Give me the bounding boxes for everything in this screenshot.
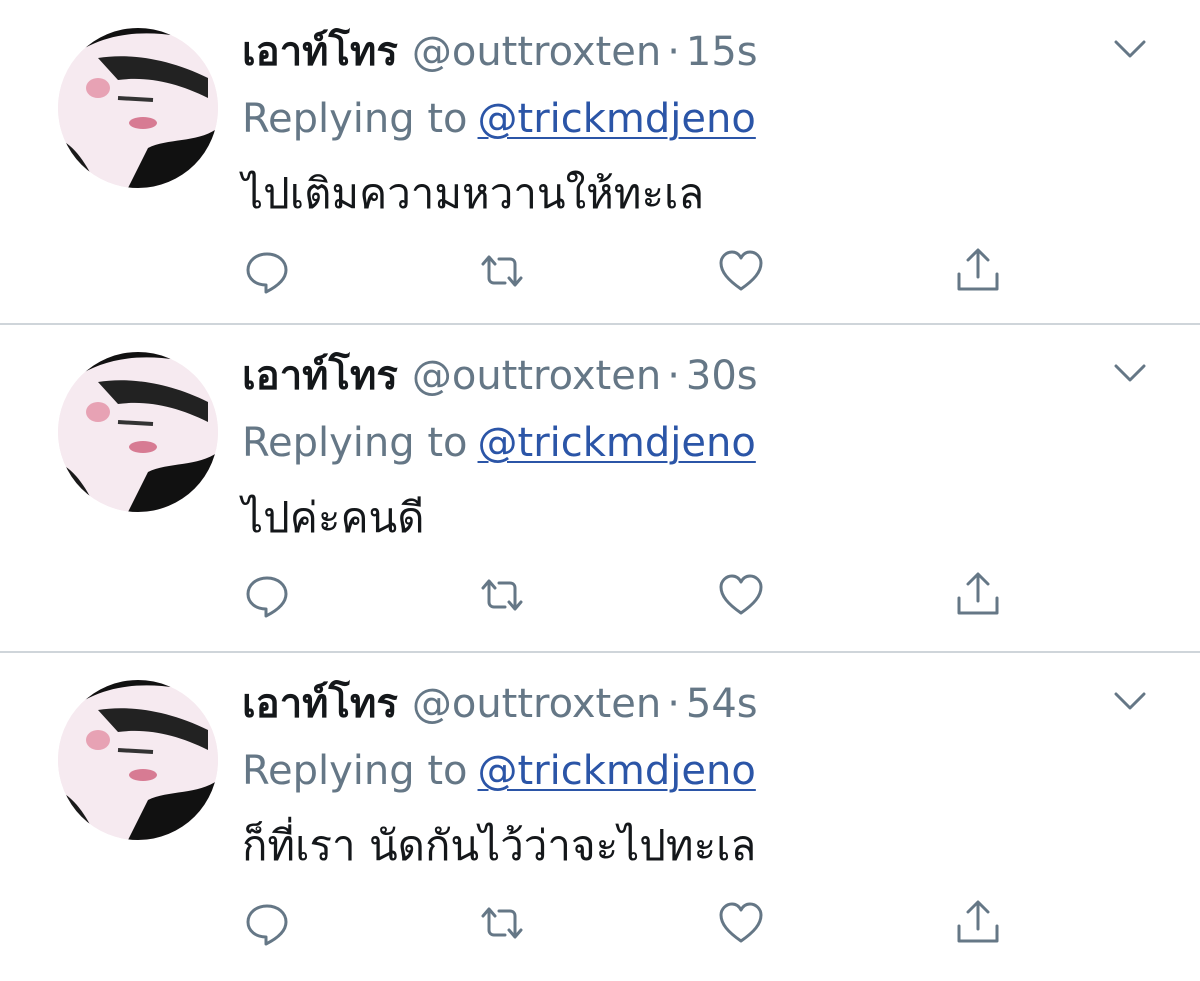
- tweet[interactable]: เอาท์โทร @outtroxten · 30s Replying to @tric…: [0, 324, 1200, 652]
- heart-icon: [719, 250, 763, 291]
- heart-icon: [719, 574, 763, 615]
- user-handle[interactable]: @outtroxten: [412, 29, 661, 75]
- separator-dot: ·: [667, 681, 680, 727]
- replying-label: Replying to: [242, 748, 468, 794]
- separator-dot: ·: [667, 29, 680, 75]
- chevron-down-icon[interactable]: [1112, 36, 1148, 64]
- tweet-text: ไปเติมความหวานให้ทะเล: [242, 169, 705, 218]
- share-upload-icon: [957, 248, 999, 291]
- timestamp[interactable]: 54s: [686, 681, 758, 727]
- retweet-button[interactable]: [477, 570, 527, 620]
- display-name[interactable]: เอาท์โทร: [242, 681, 398, 727]
- tweet-actions: [0, 898, 1200, 948]
- retweet-arrows-icon: [481, 907, 523, 939]
- replying-to: Replying to @trickmdjeno: [242, 94, 756, 144]
- tweet-header: เอาท์โทร @outtroxten · 15s: [242, 26, 758, 78]
- replying-label: Replying to: [242, 420, 468, 466]
- avatar[interactable]: [58, 680, 218, 840]
- comment-bubble-icon: [246, 904, 288, 946]
- reply-button[interactable]: [242, 246, 292, 296]
- timestamp[interactable]: 30s: [686, 353, 758, 399]
- share-button[interactable]: [953, 570, 1003, 620]
- tweet[interactable]: เอาท์โทร @outtroxten · 15s Replying to @tric…: [0, 0, 1200, 324]
- tweet[interactable]: เอาท์โทร @outtroxten · 54s Replying to @tric…: [0, 652, 1200, 981]
- display-name[interactable]: เอาท์โทร: [242, 353, 398, 399]
- tweet-header: เอาท์โทร @outtroxten · 30s: [242, 350, 758, 402]
- replying-label: Replying to: [242, 96, 468, 142]
- reply-button[interactable]: [242, 898, 292, 948]
- avatar[interactable]: [58, 28, 218, 188]
- retweet-arrows-icon: [481, 255, 523, 287]
- user-handle[interactable]: @outtroxten: [412, 681, 661, 727]
- separator-dot: ·: [667, 353, 680, 399]
- replying-to-link[interactable]: @trickmdjeno: [478, 748, 756, 794]
- avatar[interactable]: [58, 352, 218, 512]
- like-button[interactable]: [716, 246, 766, 296]
- comment-bubble-icon: [246, 252, 288, 294]
- replying-to-link[interactable]: @trickmdjeno: [478, 96, 756, 142]
- reply-button[interactable]: [242, 570, 292, 620]
- replying-to: Replying to @trickmdjeno: [242, 746, 756, 796]
- heart-icon: [719, 902, 763, 943]
- retweet-arrows-icon: [481, 579, 523, 611]
- like-button[interactable]: [716, 898, 766, 948]
- like-button[interactable]: [716, 570, 766, 620]
- tweet-actions: [0, 246, 1200, 296]
- timestamp[interactable]: 15s: [686, 29, 758, 75]
- tweet-text: ไปค่ะคนดี: [242, 493, 425, 542]
- replying-to-link[interactable]: @trickmdjeno: [478, 420, 756, 466]
- display-name[interactable]: เอาท์โทร: [242, 29, 398, 75]
- chevron-down-icon[interactable]: [1112, 688, 1148, 716]
- share-button[interactable]: [953, 898, 1003, 948]
- chevron-down-icon[interactable]: [1112, 360, 1148, 388]
- share-button[interactable]: [953, 246, 1003, 296]
- share-upload-icon: [957, 900, 999, 943]
- replying-to: Replying to @trickmdjeno: [242, 418, 756, 468]
- user-handle[interactable]: @outtroxten: [412, 353, 661, 399]
- retweet-button[interactable]: [477, 898, 527, 948]
- tweet-header: เอาท์โทร @outtroxten · 54s: [242, 678, 758, 730]
- share-upload-icon: [957, 572, 999, 615]
- retweet-button[interactable]: [477, 246, 527, 296]
- tweet-actions: [0, 570, 1200, 620]
- tweet-text: ก็ที่เรา นัดกันไว้ว่าจะไปทะเล: [242, 821, 757, 870]
- comment-bubble-icon: [246, 576, 288, 618]
